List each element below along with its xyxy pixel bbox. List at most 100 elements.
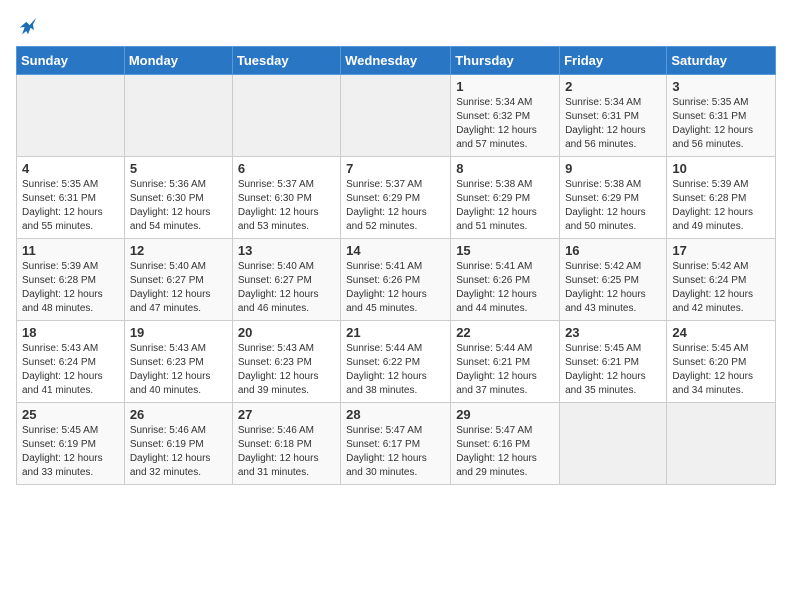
day-info: Sunrise: 5:34 AM Sunset: 6:32 PM Dayligh… [456,96,554,152]
day-number: 3 [672,79,770,94]
day-number: 25 [22,407,119,422]
weekday-header-sunday: Sunday [17,47,125,75]
day-info: Sunrise: 5:47 AM Sunset: 6:16 PM Dayligh… [456,424,554,480]
day-info: Sunrise: 5:41 AM Sunset: 6:26 PM Dayligh… [456,260,554,316]
day-number: 15 [456,243,554,258]
day-number: 27 [238,407,335,422]
calendar-cell [560,403,667,485]
day-info: Sunrise: 5:40 AM Sunset: 6:27 PM Dayligh… [130,260,227,316]
day-number: 16 [565,243,661,258]
day-number: 23 [565,325,661,340]
calendar-cell [232,75,340,157]
calendar-cell: 23 Sunrise: 5:45 AM Sunset: 6:21 PM Dayli… [560,321,667,403]
calendar-cell: 18 Sunrise: 5:43 AM Sunset: 6:24 PM Dayli… [17,321,125,403]
calendar-cell: 10 Sunrise: 5:39 AM Sunset: 6:28 PM Dayli… [667,157,776,239]
calendar-cell: 24 Sunrise: 5:45 AM Sunset: 6:20 PM Dayli… [667,321,776,403]
day-info: Sunrise: 5:43 AM Sunset: 6:23 PM Dayligh… [130,342,227,398]
calendar-cell: 7 Sunrise: 5:37 AM Sunset: 6:29 PM Daylig… [341,157,451,239]
calendar-cell: 15 Sunrise: 5:41 AM Sunset: 6:26 PM Dayli… [451,239,560,321]
day-info: Sunrise: 5:39 AM Sunset: 6:28 PM Dayligh… [672,178,770,234]
calendar-week-row: 18 Sunrise: 5:43 AM Sunset: 6:24 PM Dayli… [17,321,776,403]
day-info: Sunrise: 5:44 AM Sunset: 6:22 PM Dayligh… [346,342,445,398]
calendar-cell: 29 Sunrise: 5:47 AM Sunset: 6:16 PM Dayli… [451,403,560,485]
calendar-header-row: SundayMondayTuesdayWednesdayThursdayFrid… [17,47,776,75]
day-info: Sunrise: 5:42 AM Sunset: 6:24 PM Dayligh… [672,260,770,316]
day-info: Sunrise: 5:37 AM Sunset: 6:29 PM Dayligh… [346,178,445,234]
day-number: 6 [238,161,335,176]
weekday-header-saturday: Saturday [667,47,776,75]
day-info: Sunrise: 5:45 AM Sunset: 6:19 PM Dayligh… [22,424,119,480]
day-number: 5 [130,161,227,176]
calendar-cell [17,75,125,157]
calendar-week-row: 25 Sunrise: 5:45 AM Sunset: 6:19 PM Dayli… [17,403,776,485]
day-info: Sunrise: 5:43 AM Sunset: 6:24 PM Dayligh… [22,342,119,398]
day-info: Sunrise: 5:40 AM Sunset: 6:27 PM Dayligh… [238,260,335,316]
day-info: Sunrise: 5:43 AM Sunset: 6:23 PM Dayligh… [238,342,335,398]
day-number: 21 [346,325,445,340]
day-info: Sunrise: 5:45 AM Sunset: 6:21 PM Dayligh… [565,342,661,398]
day-number: 22 [456,325,554,340]
calendar-cell: 6 Sunrise: 5:37 AM Sunset: 6:30 PM Daylig… [232,157,340,239]
day-number: 10 [672,161,770,176]
calendar-cell: 3 Sunrise: 5:35 AM Sunset: 6:31 PM Daylig… [667,75,776,157]
day-info: Sunrise: 5:45 AM Sunset: 6:20 PM Dayligh… [672,342,770,398]
header [16,16,776,36]
calendar-cell: 16 Sunrise: 5:42 AM Sunset: 6:25 PM Dayli… [560,239,667,321]
logo-bird-icon [18,16,38,36]
day-number: 26 [130,407,227,422]
calendar-table: SundayMondayTuesdayWednesdayThursdayFrid… [16,46,776,485]
day-number: 18 [22,325,119,340]
calendar-cell: 25 Sunrise: 5:45 AM Sunset: 6:19 PM Dayli… [17,403,125,485]
calendar-cell: 5 Sunrise: 5:36 AM Sunset: 6:30 PM Daylig… [124,157,232,239]
day-number: 4 [22,161,119,176]
calendar-cell: 19 Sunrise: 5:43 AM Sunset: 6:23 PM Dayli… [124,321,232,403]
day-number: 1 [456,79,554,94]
day-info: Sunrise: 5:34 AM Sunset: 6:31 PM Dayligh… [565,96,661,152]
calendar-cell [341,75,451,157]
day-info: Sunrise: 5:46 AM Sunset: 6:19 PM Dayligh… [130,424,227,480]
day-info: Sunrise: 5:39 AM Sunset: 6:28 PM Dayligh… [22,260,119,316]
calendar-cell: 20 Sunrise: 5:43 AM Sunset: 6:23 PM Dayli… [232,321,340,403]
calendar-cell [667,403,776,485]
calendar-cell: 1 Sunrise: 5:34 AM Sunset: 6:32 PM Daylig… [451,75,560,157]
day-number: 17 [672,243,770,258]
calendar-cell [124,75,232,157]
logo [16,16,38,36]
calendar-cell: 11Sunrise: 5:39 AM Sunset: 6:28 PM Dayli… [17,239,125,321]
day-number: 2 [565,79,661,94]
day-info: Sunrise: 5:42 AM Sunset: 6:25 PM Dayligh… [565,260,661,316]
calendar-cell: 17 Sunrise: 5:42 AM Sunset: 6:24 PM Dayli… [667,239,776,321]
calendar-cell: 8 Sunrise: 5:38 AM Sunset: 6:29 PM Daylig… [451,157,560,239]
calendar-cell: 14 Sunrise: 5:41 AM Sunset: 6:26 PM Dayli… [341,239,451,321]
day-info: Sunrise: 5:41 AM Sunset: 6:26 PM Dayligh… [346,260,445,316]
weekday-header-tuesday: Tuesday [232,47,340,75]
weekday-header-monday: Monday [124,47,232,75]
calendar-week-row: 1 Sunrise: 5:34 AM Sunset: 6:32 PM Daylig… [17,75,776,157]
day-info: Sunrise: 5:37 AM Sunset: 6:30 PM Dayligh… [238,178,335,234]
day-info: Sunrise: 5:47 AM Sunset: 6:17 PM Dayligh… [346,424,445,480]
calendar-cell: 21 Sunrise: 5:44 AM Sunset: 6:22 PM Dayli… [341,321,451,403]
calendar-cell: 13 Sunrise: 5:40 AM Sunset: 6:27 PM Dayli… [232,239,340,321]
day-number: 7 [346,161,445,176]
calendar-week-row: 4 Sunrise: 5:35 AM Sunset: 6:31 PM Daylig… [17,157,776,239]
day-info: Sunrise: 5:44 AM Sunset: 6:21 PM Dayligh… [456,342,554,398]
weekday-header-thursday: Thursday [451,47,560,75]
day-number: 8 [456,161,554,176]
day-number: 12 [130,243,227,258]
calendar-cell: 26 Sunrise: 5:46 AM Sunset: 6:19 PM Dayli… [124,403,232,485]
day-info: Sunrise: 5:35 AM Sunset: 6:31 PM Dayligh… [22,178,119,234]
day-number: 20 [238,325,335,340]
day-number: 14 [346,243,445,258]
day-info: Sunrise: 5:35 AM Sunset: 6:31 PM Dayligh… [672,96,770,152]
day-info: Sunrise: 5:38 AM Sunset: 6:29 PM Dayligh… [456,178,554,234]
day-number: 13 [238,243,335,258]
weekday-header-wednesday: Wednesday [341,47,451,75]
day-info: Sunrise: 5:46 AM Sunset: 6:18 PM Dayligh… [238,424,335,480]
day-number: 19 [130,325,227,340]
day-number: 24 [672,325,770,340]
weekday-header-friday: Friday [560,47,667,75]
calendar-cell: 4 Sunrise: 5:35 AM Sunset: 6:31 PM Daylig… [17,157,125,239]
day-info: Sunrise: 5:36 AM Sunset: 6:30 PM Dayligh… [130,178,227,234]
calendar-cell: 2 Sunrise: 5:34 AM Sunset: 6:31 PM Daylig… [560,75,667,157]
day-number: 29 [456,407,554,422]
